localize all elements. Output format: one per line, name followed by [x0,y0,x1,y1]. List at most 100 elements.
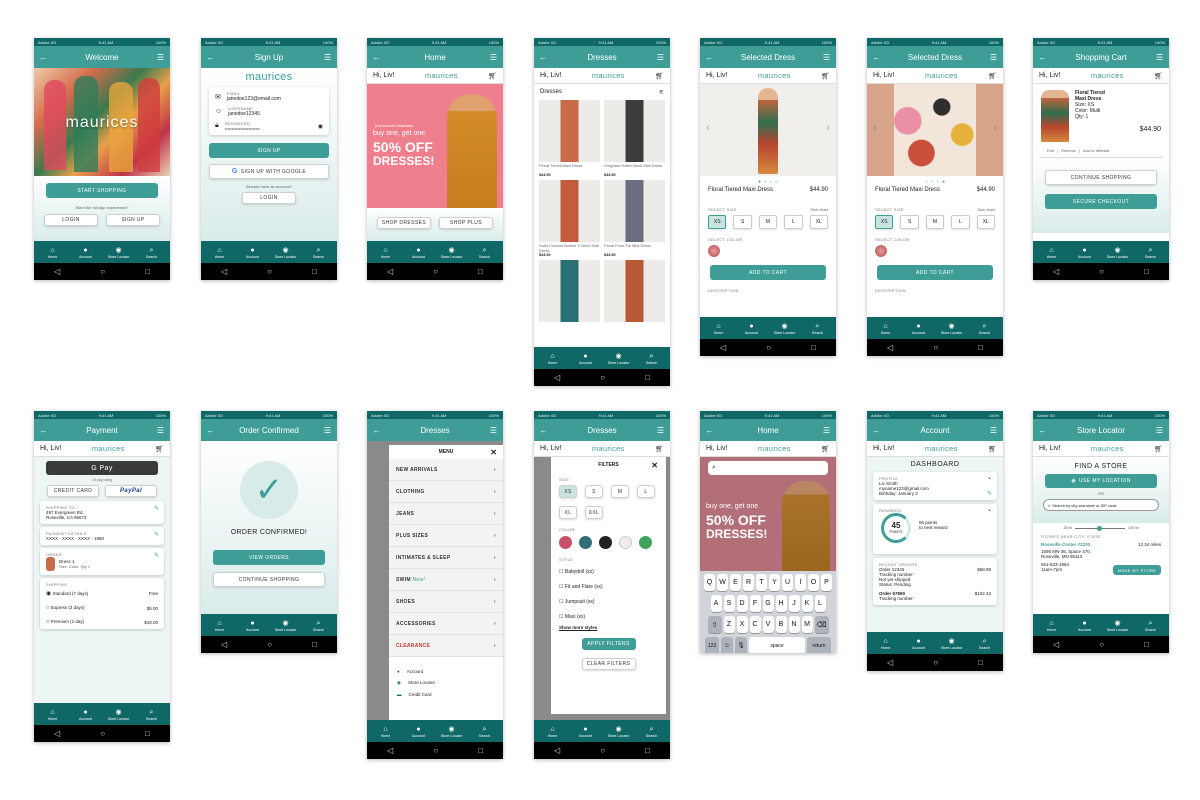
filter-size-m[interactable]: M [611,485,629,498]
key-d[interactable]: D [736,595,748,612]
chevron-right-icon[interactable]: › [826,122,830,134]
cart-icon[interactable]: 🛒︎ [155,445,164,453]
filter-size-xxl[interactable]: XXL [585,506,603,519]
hamburger-menu-icon[interactable]: ☰ [156,426,165,435]
home-circle-icon[interactable]: ○ [933,343,938,352]
nav-home[interactable]: ⌂ Home [536,353,569,365]
chevron-right-icon[interactable]: › [993,122,997,134]
back-triangle-icon[interactable]: ◁ [554,373,560,382]
nav-account[interactable]: ● Account [402,726,435,738]
backspace-key[interactable]: ⌫ [814,616,829,633]
back-triangle-icon[interactable]: ◁ [54,729,60,738]
secure-checkout-button[interactable]: SECURE CHECKOUT [1045,194,1157,209]
back-arrow-icon[interactable]: ← [872,53,881,62]
nav-search[interactable]: ⌕ Search [302,620,335,632]
edit-link[interactable]: Edit [1047,148,1054,153]
key-s[interactable]: S [723,595,735,612]
nav-home[interactable]: ⌂ Home [36,247,69,259]
key-f[interactable]: F [749,595,761,612]
product-card[interactable]: Solid Crochet Bodice V Neck Midi Dress $4… [539,180,600,257]
nav-home[interactable]: ⌂ Home [702,323,735,335]
home-circle-icon[interactable]: ○ [766,343,771,352]
size-chart-link[interactable]: Size chart [977,207,995,212]
nav-account[interactable]: ● Account [902,323,935,335]
nav-search[interactable]: ⌕ Search [468,726,501,738]
nav-location-pin[interactable]: ◉ Store Locator [435,247,468,259]
key-x[interactable]: X [736,616,748,633]
payment-details-card[interactable]: PAYMENT DETAILS XXXX - XXXX - XXXX - 1980… [40,527,164,545]
filter-size-l[interactable]: L [637,485,655,498]
color-swatch[interactable] [708,245,720,257]
style-checkbox-jumpsuit[interactable]: ☐ Jumpsuit (xx) [559,595,658,610]
color-swatch-white[interactable] [619,536,632,549]
back-triangle-icon[interactable]: ◁ [1053,267,1059,276]
home-circle-icon[interactable]: ○ [100,267,105,276]
nav-home[interactable]: ⌂ Home [203,620,236,632]
menu-item-clearance[interactable]: CLEARANCE › [389,635,503,657]
shop-plus-button[interactable]: SHOP PLUS [439,217,493,229]
home-circle-icon[interactable]: ○ [433,267,438,276]
menu-item-accessories[interactable]: ACCESSORIES › [389,613,503,635]
use-my-location-button[interactable]: ◉ USE MY LOCATION [1045,474,1157,488]
nav-account[interactable]: ● Account [69,247,102,259]
menu-item-jeans[interactable]: JEANS › [389,503,503,525]
nav-location-pin[interactable]: ◉ Store Locator [602,353,635,365]
back-triangle-icon[interactable]: ◁ [54,267,60,276]
recent-orders-card[interactable]: RECENT ORDERS Order 12345 $58.98 Tracking… [873,558,997,605]
key-j[interactable]: J [788,595,800,612]
recents-square-icon[interactable]: □ [312,267,317,276]
rewards-card[interactable]: REWARDS 45 POINTS 55 points to next reward… [873,504,997,554]
nav-location-pin[interactable]: ◉ Store Locator [102,247,135,259]
hamburger-menu-icon[interactable]: ☰ [323,53,332,62]
key-m[interactable]: M [801,616,813,633]
emoji-key[interactable]: ☺ [721,637,733,653]
size-l[interactable]: L [784,215,803,229]
add-to-cart-button[interactable]: ADD TO CART [710,265,826,280]
cart-icon[interactable]: 🛒︎ [655,445,664,453]
cart-icon[interactable]: 🛒︎ [821,72,830,80]
key-v[interactable]: V [762,616,774,633]
hamburger-menu-icon[interactable]: ☰ [1155,53,1164,62]
menu-item-swim[interactable]: SWIM New! › [389,569,503,591]
clear-filters-button[interactable]: CLEAR FILTERS [581,658,636,670]
menu-item-plus-sizes[interactable]: PLUS SIZES › [389,525,503,547]
key-q[interactable]: Q [704,574,715,591]
radius-slider[interactable] [1075,525,1126,531]
back-arrow-icon[interactable]: ← [705,426,714,435]
back-arrow-icon[interactable]: ← [206,53,215,62]
filter-icon[interactable]: ⚟ [659,89,664,96]
wishlist-link[interactable]: Add to Wishlist [1083,148,1109,153]
nav-account[interactable]: ● Account [1068,247,1101,259]
cart-icon[interactable]: 🛒︎ [655,72,664,80]
cart-icon[interactable]: 🛒︎ [488,72,497,80]
return-key[interactable]: return [807,637,831,653]
back-arrow-icon[interactable]: ← [705,53,714,62]
back-arrow-icon[interactable]: ← [39,53,48,62]
color-swatch-green[interactable] [639,536,652,549]
cart-icon[interactable]: 🛒︎ [1154,445,1163,453]
nav-search[interactable]: ⌕ Search [1134,620,1167,632]
key-y[interactable]: Y [769,574,780,591]
edit-pencil-icon[interactable]: ✎ [154,552,159,559]
menu-item-new-arrivals[interactable]: NEW ARRIVALS › [389,459,503,481]
shift-key[interactable]: ⇧ [707,616,722,633]
hamburger-menu-icon[interactable]: ☰ [822,53,831,62]
menu-item-intimates[interactable]: INTIMATES & SLEEP › [389,547,503,569]
color-swatch-teal[interactable] [579,536,592,549]
nav-home[interactable]: ⌂ Home [36,709,69,721]
google-pay-button[interactable]: G Pay [46,461,158,475]
nav-location-pin[interactable]: ◉ Store Locator [269,247,302,259]
nav-home[interactable]: ⌂ Home [869,638,902,650]
nav-home[interactable]: ⌂ Home [1035,620,1068,632]
paypal-button[interactable]: PayPal [105,485,157,497]
menu-item-shoes[interactable]: SHOES › [389,591,503,613]
key-l[interactable]: L [814,595,826,612]
back-triangle-icon[interactable]: ◁ [887,343,893,352]
product-card[interactable]: Floral Tiered Maxi Dress $44.90 [539,100,600,177]
recents-square-icon[interactable]: □ [478,267,483,276]
view-orders-button[interactable]: VIEW ORDERS [213,550,325,565]
back-triangle-icon[interactable]: ◁ [221,267,227,276]
hamburger-menu-icon[interactable]: ☰ [656,53,665,62]
continue-shopping-button[interactable]: CONTINUE SHOPPING [1045,170,1157,185]
shipping-card[interactable]: SHIPPING TO: 497 Evergreen Rd. Roseville, … [40,501,164,524]
